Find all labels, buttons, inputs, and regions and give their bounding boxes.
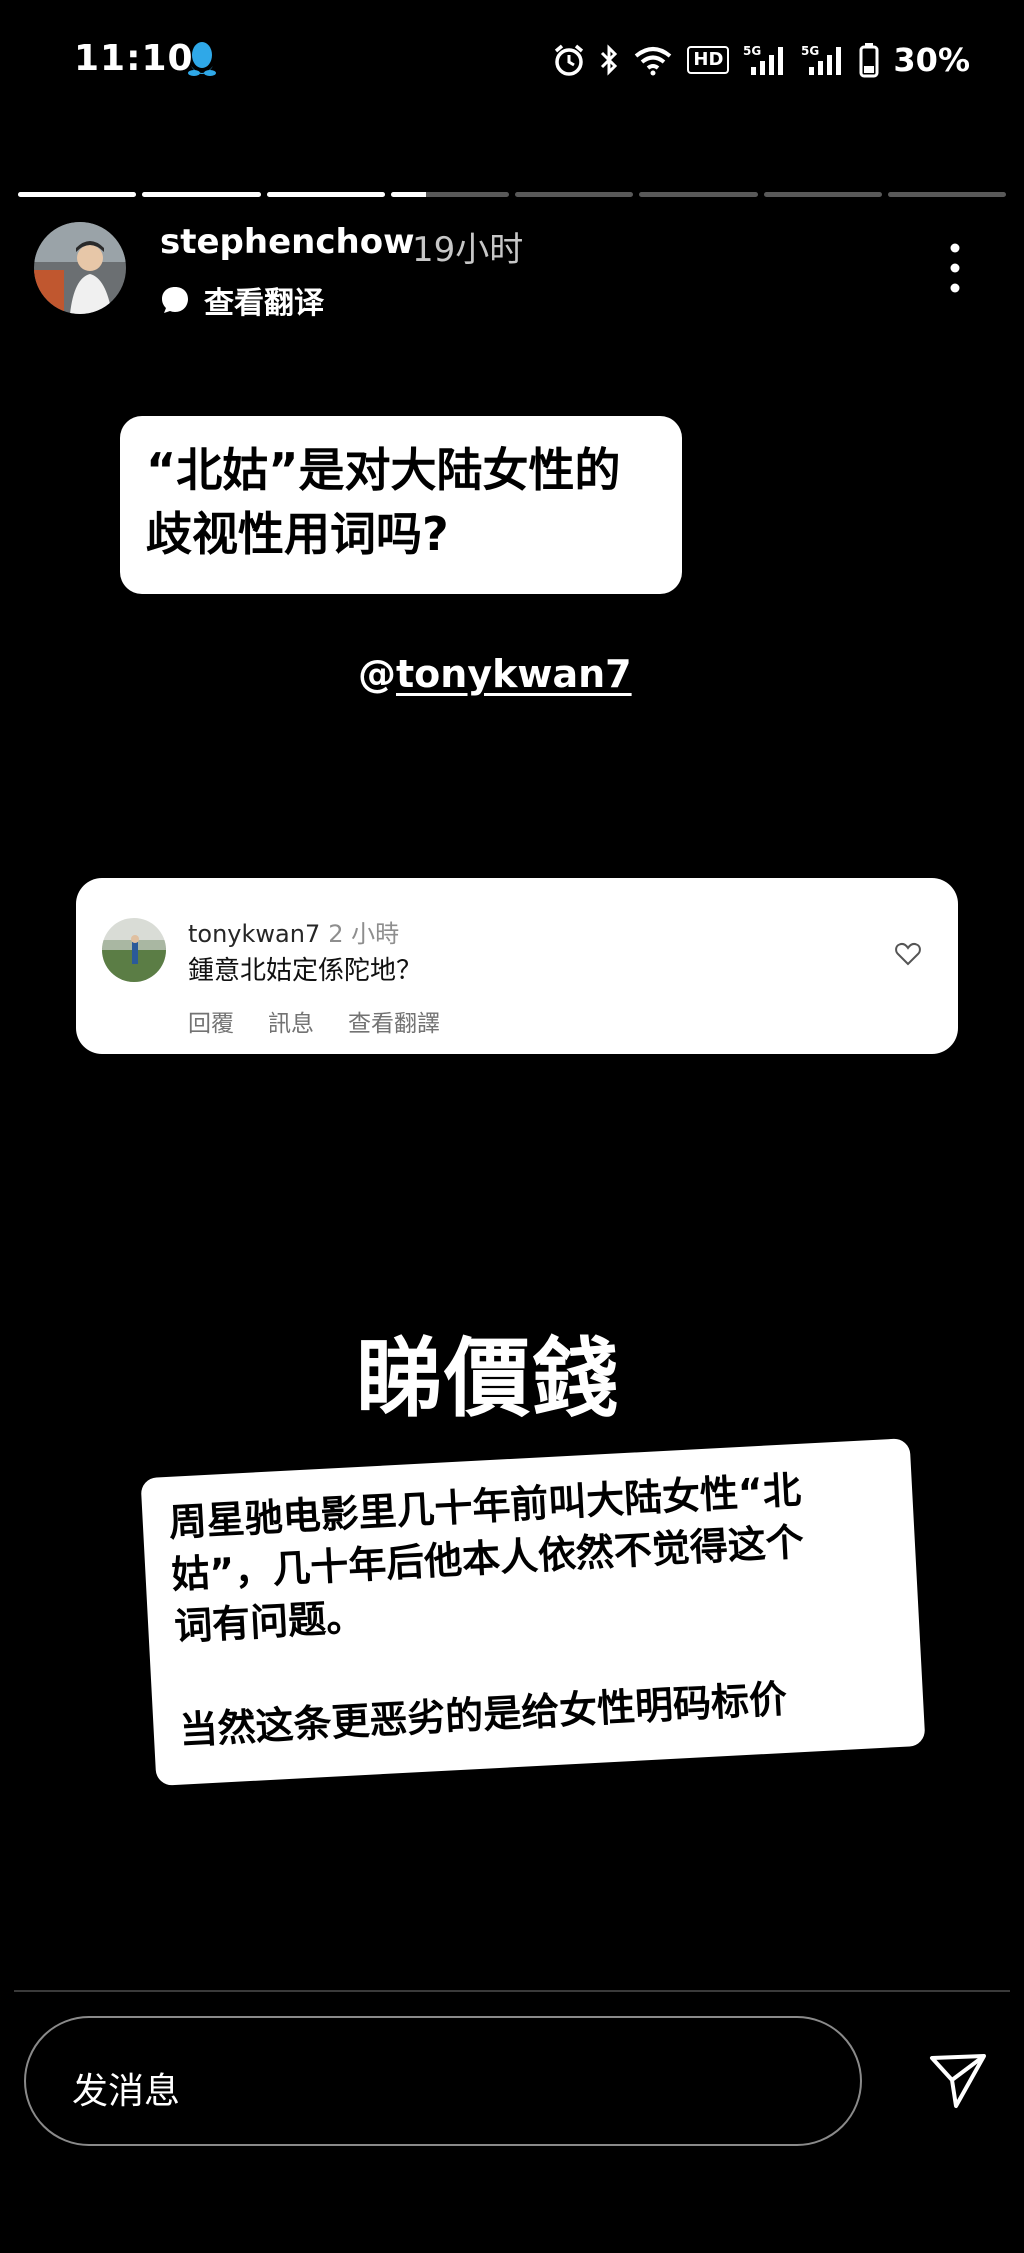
- svg-text:5G: 5G: [743, 44, 761, 58]
- comment-message: 訊息: [268, 1011, 314, 1037]
- question-line-1: “北姑”是对大陆女性的: [146, 443, 621, 497]
- comment-translate: 查看翻譯: [348, 1011, 440, 1037]
- translate-bubble-icon: [162, 287, 188, 313]
- send-icon[interactable]: [926, 2048, 990, 2112]
- status-time: 11:10: [74, 38, 194, 79]
- battery-percentage: 30%: [893, 41, 970, 79]
- alarm-icon: [555, 44, 584, 76]
- status-bar: 11:10 HD 5G 5G 30%: [0, 0, 1024, 120]
- more-options-icon[interactable]: [940, 240, 970, 296]
- translate-link[interactable]: 查看翻译: [160, 278, 324, 322]
- battery-icon: [859, 43, 879, 78]
- comment-actions: 回覆 訊息 查看翻譯: [188, 1004, 440, 1038]
- comment-text: 鍾意北姑定係陀地？: [188, 956, 423, 986]
- wifi-icon: [635, 47, 672, 76]
- mention-tag[interactable]: @tonykwan7: [358, 652, 632, 696]
- comment-avatar: [102, 918, 166, 982]
- story-progress-segment: [515, 192, 634, 197]
- story-progress: [18, 192, 1006, 198]
- message-input[interactable]: 发消息: [24, 2016, 862, 2146]
- comment-reply: 回覆: [188, 1011, 234, 1037]
- mention-at: @: [358, 652, 396, 696]
- question-line-2: 歧视性用词吗?: [146, 507, 449, 561]
- footer-divider: [14, 1990, 1010, 1992]
- signal-5g-icon: 5G: [801, 44, 842, 75]
- mention-handle[interactable]: tonykwan7: [396, 652, 632, 696]
- story-progress-fill: [18, 192, 137, 197]
- story-username[interactable]: stephenchow: [160, 222, 415, 262]
- story-progress-fill: [266, 192, 385, 197]
- qq-icon: [188, 42, 216, 76]
- comment-time: 2 小時: [328, 920, 400, 948]
- avatar[interactable]: [34, 222, 126, 314]
- message-placeholder: 发消息: [72, 2071, 181, 2112]
- story-progress-segment: [763, 192, 882, 197]
- svg-text:5G: 5G: [801, 44, 819, 58]
- comment-card: tonykwan7 2 小時 鍾意北姑定係陀地？ 回覆 訊息 查看翻譯: [76, 878, 958, 1054]
- comment-username: tonykwan7: [188, 920, 321, 948]
- question-sticker: “北姑”是对大陆女性的 歧视性用词吗?: [120, 416, 682, 594]
- big-caption: 睇價錢: [356, 1329, 620, 1429]
- commentary-sticker: 周星驰电影里几十年前叫大陆女性“北 姑”，几十年后他本人依然不觉得这个 词有问题…: [140, 1438, 926, 1786]
- story-progress-segment: [142, 192, 261, 197]
- signal-5g-icon: 5G: [743, 44, 784, 75]
- story-progress-fill: [142, 192, 261, 197]
- bluetooth-icon: [601, 44, 618, 76]
- translate-label[interactable]: 查看翻译: [204, 278, 324, 322]
- story-time-ago: 19小时: [412, 230, 524, 270]
- story-progress-segment: [390, 192, 509, 197]
- story-progress-segment: [18, 192, 137, 197]
- status-icons: HD 5G 5G 30%: [553, 40, 970, 80]
- hd-icon: HD: [687, 46, 730, 74]
- story-progress-segment: [887, 192, 1006, 197]
- story-progress-fill: [390, 192, 427, 197]
- comment-username-row: tonykwan7 2 小時: [188, 914, 399, 949]
- story-progress-segment: [266, 192, 385, 197]
- story-progress-segment: [639, 192, 758, 197]
- heart-icon: [895, 942, 921, 966]
